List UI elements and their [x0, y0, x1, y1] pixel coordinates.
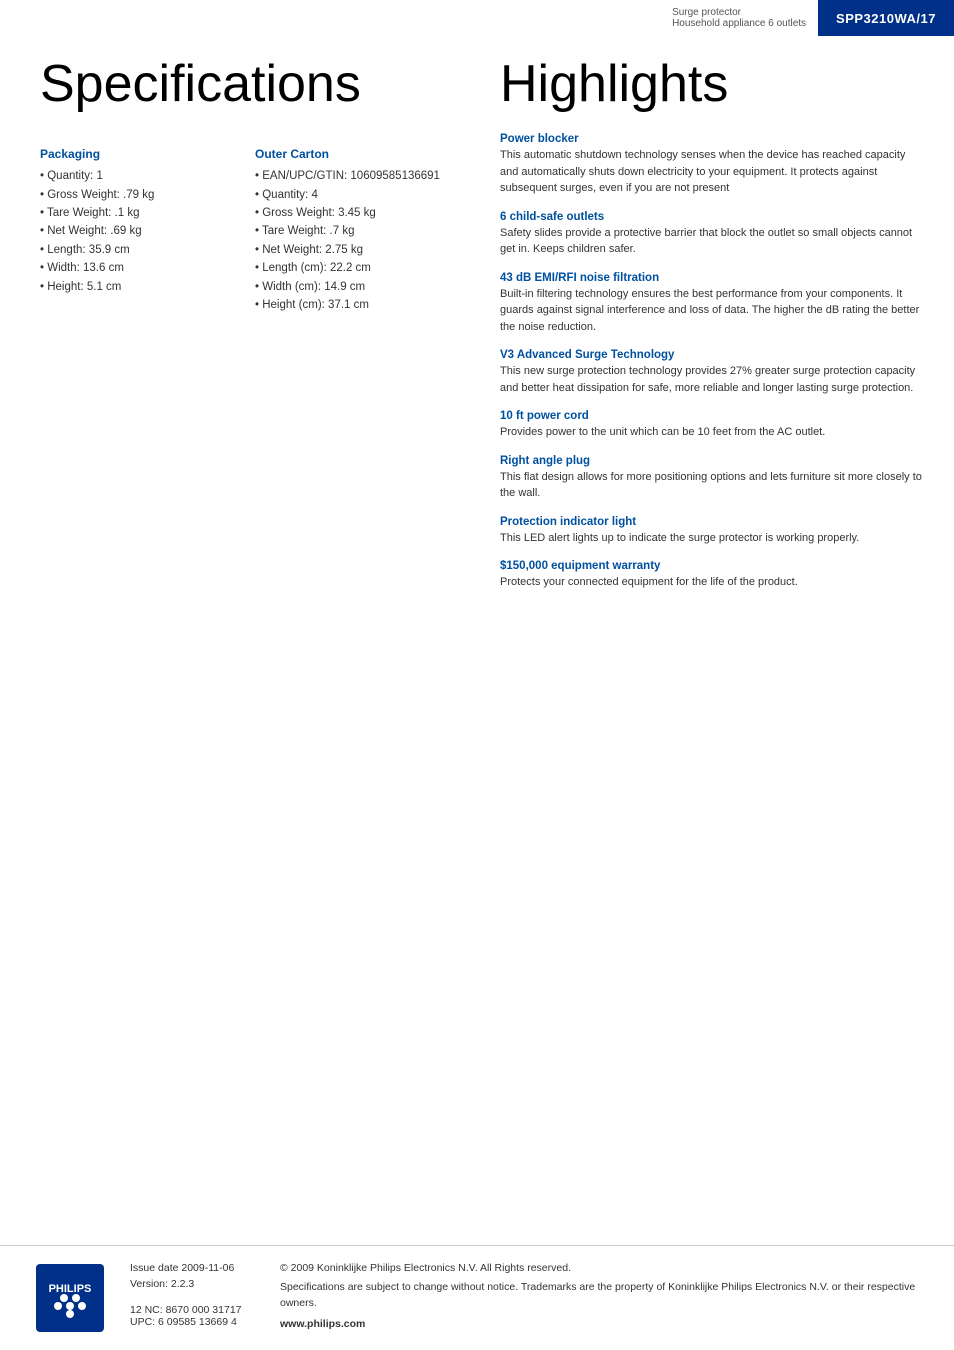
highlight-desc: This new surge protection technology pro… [500, 363, 924, 396]
footer-legal: © 2009 Koninklijke Philips Electronics N… [280, 1262, 924, 1330]
product-info: Surge protector Household appliance 6 ou… [660, 0, 818, 36]
list-item: Width (cm): 14.9 cm [255, 278, 450, 296]
highlight-item: Protection indicator light This LED alert… [500, 516, 924, 547]
issue-date-label: Issue date [130, 1262, 181, 1274]
product-sub: Household appliance 6 outlets [672, 18, 806, 29]
highlight-desc: Built-in filtering technology ensures th… [500, 286, 924, 336]
list-item: Net Weight: .69 kg [40, 222, 235, 240]
highlight-desc: This automatic shutdown technology sense… [500, 147, 924, 197]
list-item: Length: 35.9 cm [40, 241, 235, 259]
list-item: Length (cm): 22.2 cm [255, 259, 450, 277]
list-item: EAN/UPC/GTIN: 10609585136691 [255, 167, 450, 185]
nc-value: 12 NC: 8670 000 31717 [130, 1304, 260, 1316]
list-item: Gross Weight: .79 kg [40, 186, 235, 204]
list-item: Net Weight: 2.75 kg [255, 241, 450, 259]
philips-logo: PHILIPS [30, 1262, 110, 1334]
version-value: 2.2.3 [171, 1278, 194, 1290]
highlight-desc: Protects your connected equipment for th… [500, 574, 924, 591]
highlight-title: Power blocker [500, 133, 924, 145]
issue-date-row: Issue date 2009-11-06 [130, 1262, 260, 1274]
list-item: Tare Weight: .1 kg [40, 204, 235, 222]
upc-value: UPC: 6 09585 13669 4 [130, 1316, 260, 1328]
version-label: Version: [130, 1278, 171, 1290]
highlight-item: Power blocker This automatic shutdown tec… [500, 133, 924, 197]
footer: PHILIPS Issue date 2009-11-06 Version: 2… [0, 1245, 954, 1350]
outer-carton-list: EAN/UPC/GTIN: 10609585136691Quantity: 4G… [255, 167, 450, 314]
notice-text: Specifications are subject to change wit… [280, 1280, 924, 1312]
highlight-item: 43 dB EMI/RFI noise filtration Built-in f… [500, 272, 924, 336]
highlight-title: 6 child-safe outlets [500, 211, 924, 223]
specs-columns: Packaging Quantity: 1Gross Weight: .79 k… [40, 133, 450, 314]
specifications-title: Specifications [40, 56, 450, 113]
packaging-title: Packaging [40, 147, 235, 161]
list-item: Height: 5.1 cm [40, 278, 235, 296]
website-url: www.philips.com [280, 1318, 924, 1330]
copyright-text: © 2009 Koninklijke Philips Electronics N… [280, 1262, 924, 1274]
highlight-title: 10 ft power cord [500, 410, 924, 422]
highlight-item: Right angle plug This flat design allows … [500, 455, 924, 502]
highlights-list: Power blocker This automatic shutdown tec… [500, 133, 924, 591]
highlight-title: Right angle plug [500, 455, 924, 467]
highlights-column: Highlights Power blocker This automatic s… [480, 36, 954, 625]
highlight-item: 10 ft power cord Provides power to the un… [500, 410, 924, 441]
highlight-item: V3 Advanced Surge Technology This new sur… [500, 349, 924, 396]
issue-date-value: 2009-11-06 [181, 1262, 234, 1274]
highlight-desc: Safety slides provide a protective barri… [500, 225, 924, 258]
highlight-desc: Provides power to the unit which can be … [500, 424, 924, 441]
nc-row: 12 NC: 8670 000 31717 UPC: 6 09585 13669… [130, 1304, 260, 1328]
outer-carton-section: Outer Carton EAN/UPC/GTIN: 1060958513669… [255, 133, 450, 314]
highlight-title: Protection indicator light [500, 516, 924, 528]
list-item: Height (cm): 37.1 cm [255, 296, 450, 314]
svg-text:PHILIPS: PHILIPS [49, 1283, 92, 1295]
packaging-list: Quantity: 1Gross Weight: .79 kgTare Weig… [40, 167, 235, 296]
version-row: Version: 2.2.3 [130, 1278, 260, 1290]
packaging-section: Packaging Quantity: 1Gross Weight: .79 k… [40, 133, 235, 314]
highlight-title: 43 dB EMI/RFI noise filtration [500, 272, 924, 284]
list-item: Quantity: 1 [40, 167, 235, 185]
highlight-item: $150,000 equipment warranty Protects your… [500, 560, 924, 591]
list-item: Gross Weight: 3.45 kg [255, 204, 450, 222]
highlights-title: Highlights [500, 56, 924, 113]
outer-carton-title: Outer Carton [255, 147, 450, 161]
highlight-desc: This flat design allows for more positio… [500, 469, 924, 502]
highlight-item: 6 child-safe outlets Safety slides provid… [500, 211, 924, 258]
list-item: Width: 13.6 cm [40, 259, 235, 277]
philips-logo-svg: PHILIPS [34, 1262, 106, 1334]
footer-meta: Issue date 2009-11-06 Version: 2.2.3 12 … [130, 1262, 260, 1328]
header-bar: Surge protector Household appliance 6 ou… [0, 0, 954, 36]
list-item: Tare Weight: .7 kg [255, 222, 450, 240]
product-line: Surge protector [672, 7, 806, 18]
highlight-desc: This LED alert lights up to indicate the… [500, 530, 924, 547]
highlight-title: V3 Advanced Surge Technology [500, 349, 924, 361]
specifications-column: Specifications Packaging Quantity: 1Gros… [0, 36, 480, 625]
highlight-title: $150,000 equipment warranty [500, 560, 924, 572]
main-content: Specifications Packaging Quantity: 1Gros… [0, 36, 954, 625]
list-item: Quantity: 4 [255, 186, 450, 204]
model-number: SPP3210WA/17 [818, 0, 954, 36]
